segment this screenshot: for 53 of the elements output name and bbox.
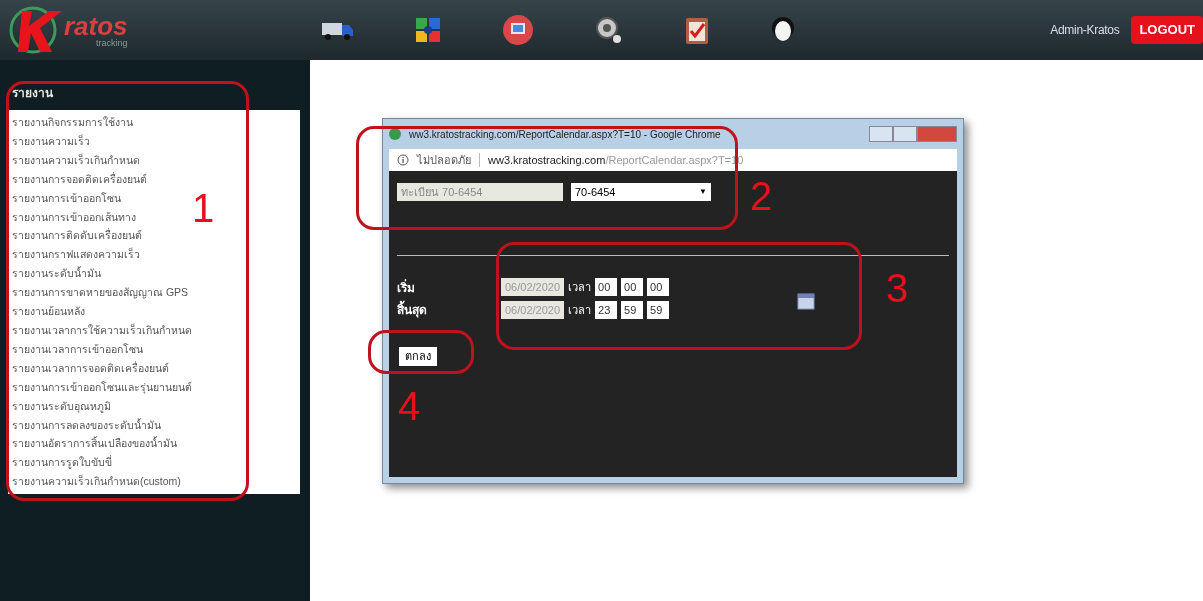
window-title: ww3.kratostracking.com/ReportCalendar.aspx?T=10 - Google Chrome xyxy=(409,127,721,142)
logout-button[interactable]: LOGOUT xyxy=(1131,16,1203,44)
report-link[interactable]: รายงานการขาดหายของสัญญาณ GPS xyxy=(12,283,189,303)
report-link[interactable]: รายงานระดับอุณหภูมิ xyxy=(12,396,111,416)
username: Admin-Kratos xyxy=(1050,22,1120,39)
time-field[interactable]: 59 xyxy=(621,301,644,319)
range-label: เริ่ม xyxy=(397,280,416,296)
report-link[interactable]: รายงานกราฟแสดงความเร็ว xyxy=(12,245,140,265)
time-field[interactable]: 23 xyxy=(595,301,618,319)
time-field[interactable]: 00 xyxy=(647,278,670,296)
time-field[interactable]: 59 xyxy=(647,301,670,319)
time-field[interactable]: 00 xyxy=(621,278,644,296)
ok-button[interactable]: ตกลง xyxy=(399,347,437,366)
maximize-button[interactable] xyxy=(893,126,917,142)
time-field[interactable]: 00 xyxy=(595,278,618,296)
report-link[interactable]: รายงานเวลาการเข้าออกโซน xyxy=(12,339,143,359)
checklist-icon[interactable] xyxy=(684,15,710,45)
browser-icon xyxy=(389,128,401,140)
info-icon xyxy=(397,154,409,166)
report-link[interactable]: รายงานย้อนหลัง xyxy=(12,302,85,321)
report-link[interactable]: รายงานการติดดับเครื่องยนต์ xyxy=(12,226,142,246)
report-link[interactable]: รายงานเวลาการใช้ความเร็วเกินกำหนด xyxy=(12,320,192,340)
annotation-number: 3 xyxy=(886,268,909,308)
report-link[interactable]: รายงานการเข้าออกเส้นทาง xyxy=(12,207,136,227)
report-link[interactable]: รายงานความเร็วเกินกำหนด(custom) xyxy=(12,472,181,492)
sidebar-title: รายงาน xyxy=(11,85,54,102)
report-link[interactable]: รายงานการลดลงของระดับน้ำมัน xyxy=(12,415,161,435)
search-icon[interactable] xyxy=(594,15,624,45)
report-link[interactable]: รายงานการเข้าออกโซน xyxy=(12,188,121,208)
plate-field: ทะเบียน 70-6454 xyxy=(397,183,563,201)
time-label: เวลา xyxy=(568,279,592,295)
report-link[interactable]: รายงานกิจกรรมการใช้งาน xyxy=(12,113,133,132)
report-link[interactable]: รายงานความเร็วเกินกำหนด xyxy=(12,150,140,170)
security-label: ไม่ปลอดภัย xyxy=(417,152,471,168)
report-link[interactable]: รายงานการรูดใบขับขี่ xyxy=(12,453,112,473)
report-link[interactable]: รายงานการเข้าออกโซนและรุ่นยานยนต์ xyxy=(12,377,192,397)
annotation-number: 4 xyxy=(398,386,421,426)
time-label: เวลา xyxy=(568,302,592,318)
report-link[interactable]: รายงานระดับน้ำมัน xyxy=(12,264,101,284)
annotation-number: 1 xyxy=(192,188,215,228)
annotation-number: 2 xyxy=(750,176,773,216)
report-link[interactable]: รายงานอัตราการสิ้นเปลืองของน้ำมัน xyxy=(12,434,177,454)
monitor-icon[interactable] xyxy=(502,14,534,46)
logo-text: ratos xyxy=(64,12,128,39)
chart-icon[interactable] xyxy=(414,16,442,44)
report-link[interactable]: รายงานเวลาการจอดติดเครื่องยนต์ xyxy=(12,358,169,378)
report-link[interactable]: รายงานความเร็ว xyxy=(12,131,90,151)
report-link[interactable]: รายงานการจอดติดเครื่องยนต์ xyxy=(12,169,147,189)
vehicle-dropdown[interactable]: 70-6454 ▼ xyxy=(571,183,711,201)
logo-tagline: tracking xyxy=(96,38,128,48)
minimize-button[interactable] xyxy=(869,126,893,142)
calendar-icon[interactable] xyxy=(797,292,816,310)
caret-icon: ▼ xyxy=(699,186,707,198)
